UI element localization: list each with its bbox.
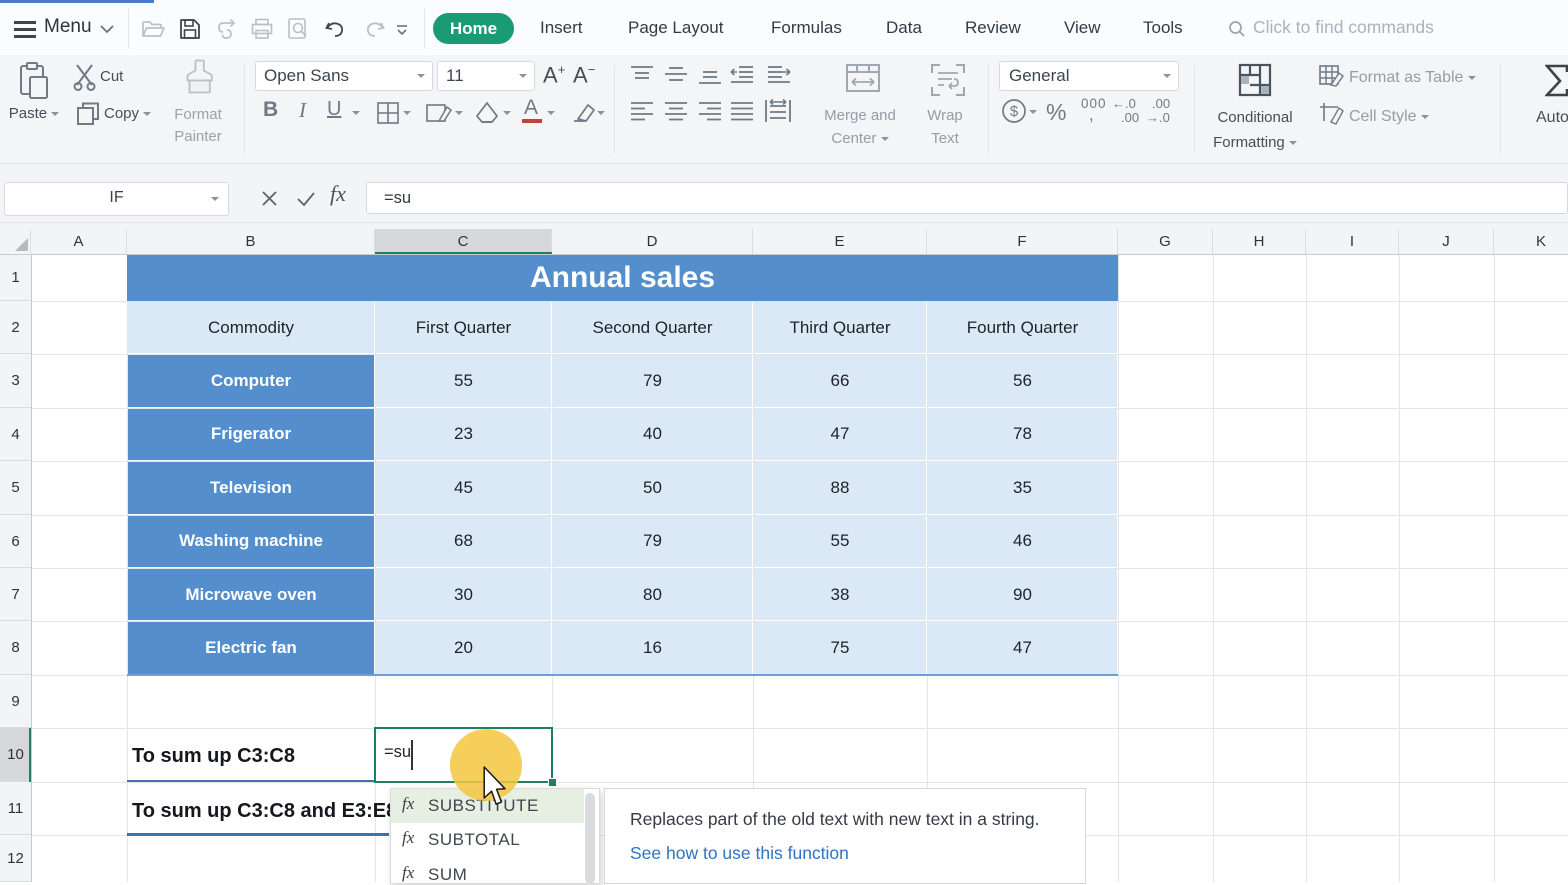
svg-text:$: $ [1010,103,1019,120]
